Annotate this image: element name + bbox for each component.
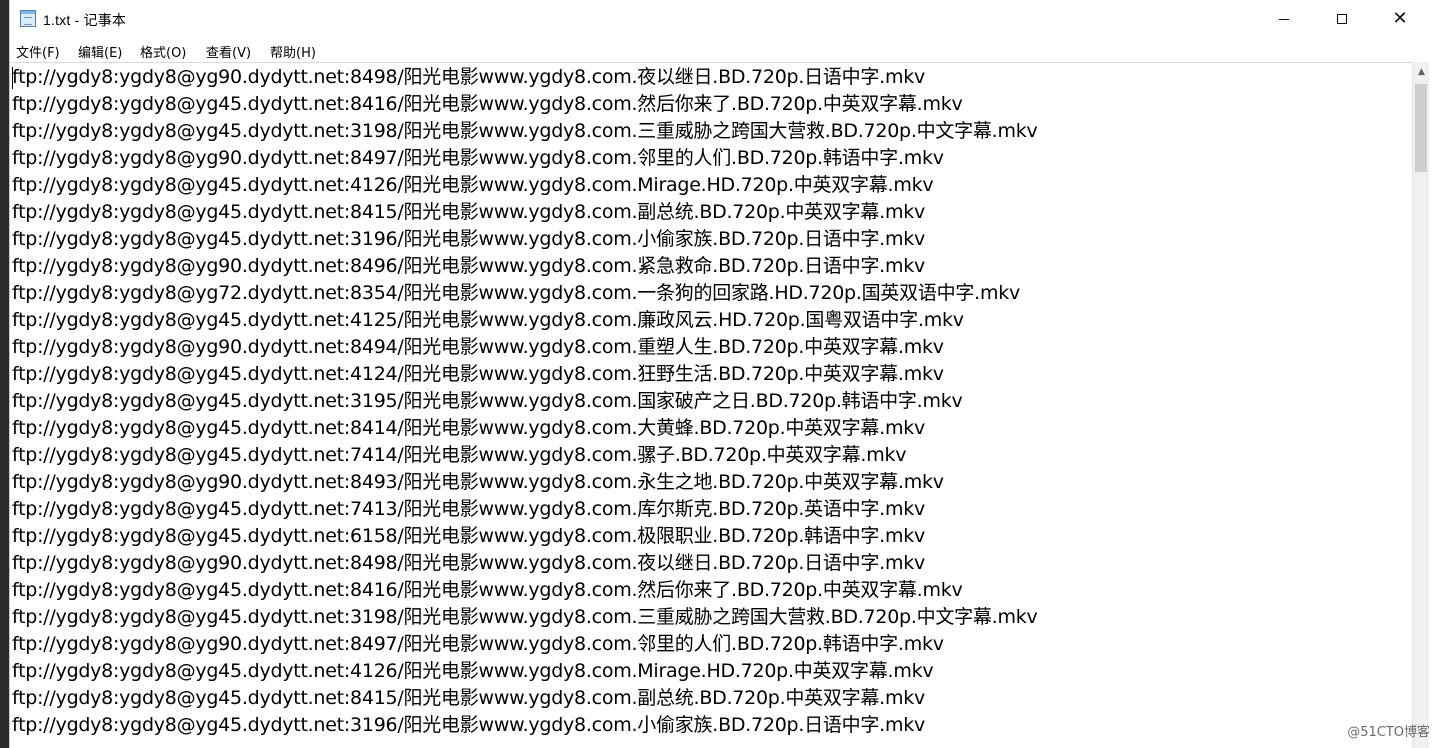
text-line[interactable]: ftp://ygdy8:ygdy8@yg90.dydytt.net:8496/阳… [12, 253, 1037, 280]
menu-file[interactable]: 文件(F) [16, 42, 60, 61]
text-line[interactable]: ftp://ygdy8:ygdy8@yg90.dydytt.net:8494/阳… [12, 334, 1037, 361]
scroll-up-icon[interactable]: ▲ [1413, 62, 1430, 82]
text-editor[interactable]: ftp://ygdy8:ygdy8@yg90.dydytt.net:8498/阳… [10, 62, 1412, 748]
text-line[interactable]: ftp://ygdy8:ygdy8@yg45.dydytt.net:8414/阳… [12, 415, 1037, 442]
menu-help[interactable]: 帮助(H) [270, 42, 316, 61]
text-line[interactable]: ftp://ygdy8:ygdy8@yg90.dydytt.net:8493/阳… [12, 469, 1037, 496]
text-line[interactable]: ftp://ygdy8:ygdy8@yg45.dydytt.net:3196/阳… [12, 226, 1037, 253]
text-line[interactable]: ftp://ygdy8:ygdy8@yg45.dydytt.net:4126/阳… [12, 658, 1037, 685]
maximize-button[interactable] [1313, 0, 1371, 38]
watermark: @51CTO博客 [1347, 725, 1430, 740]
window-title: 1.txt - 记事本 [43, 12, 127, 28]
text-line[interactable]: ftp://ygdy8:ygdy8@yg45.dydytt.net:8416/阳… [12, 577, 1037, 604]
text-line[interactable]: ftp://ygdy8:ygdy8@yg45.dydytt.net:3198/阳… [12, 118, 1038, 145]
close-icon: ✕ [1392, 8, 1408, 29]
notepad-icon [20, 10, 36, 27]
notepad-window: 1.txt - 记事本 ✕ 文件(F) 编辑(E) 格式(O) 查看(V) 帮助… [10, 0, 1440, 748]
menu-edit[interactable]: 编辑(E) [78, 42, 122, 61]
text-content[interactable]: ftp://ygdy8:ygdy8@yg90.dydytt.net:8498/阳… [12, 64, 1038, 739]
text-line[interactable]: ftp://ygdy8:ygdy8@yg45.dydytt.net:6158/阳… [12, 523, 1037, 550]
text-line[interactable]: ftp://ygdy8:ygdy8@yg45.dydytt.net:3195/阳… [12, 388, 1037, 415]
text-line[interactable]: ftp://ygdy8:ygdy8@yg90.dydytt.net:8498/阳… [12, 64, 1037, 91]
menu-bar: 文件(F) 编辑(E) 格式(O) 查看(V) 帮助(H) [10, 38, 1440, 62]
text-line[interactable]: ftp://ygdy8:ygdy8@yg45.dydytt.net:7413/阳… [12, 496, 1037, 523]
text-line[interactable]: ftp://ygdy8:ygdy8@yg45.dydytt.net:3196/阳… [12, 712, 1037, 739]
text-line[interactable]: ftp://ygdy8:ygdy8@yg45.dydytt.net:8415/阳… [12, 685, 1037, 712]
text-line[interactable]: ftp://ygdy8:ygdy8@yg45.dydytt.net:8415/阳… [12, 199, 1037, 226]
text-line[interactable]: ftp://ygdy8:ygdy8@yg90.dydytt.net:8497/阳… [12, 631, 1037, 658]
close-button[interactable]: ✕ [1371, 0, 1429, 38]
menu-format[interactable]: 格式(O) [140, 42, 186, 61]
text-line[interactable]: ftp://ygdy8:ygdy8@yg72.dydytt.net:8354/阳… [12, 280, 1037, 307]
text-line[interactable]: ftp://ygdy8:ygdy8@yg45.dydytt.net:3198/阳… [12, 604, 1038, 631]
minimize-button[interactable] [1255, 0, 1313, 38]
menu-view[interactable]: 查看(V) [206, 42, 251, 61]
minimize-icon [1279, 18, 1289, 20]
text-line[interactable]: ftp://ygdy8:ygdy8@yg45.dydytt.net:4126/阳… [12, 172, 1037, 199]
scroll-thumb[interactable] [1415, 84, 1427, 172]
title-bar[interactable]: 1.txt - 记事本 ✕ [10, 0, 1440, 38]
maximize-icon [1337, 14, 1347, 24]
text-line[interactable]: ftp://ygdy8:ygdy8@yg45.dydytt.net:8416/阳… [12, 91, 1037, 118]
text-line[interactable]: ftp://ygdy8:ygdy8@yg90.dydytt.net:8497/阳… [12, 145, 1037, 172]
text-line[interactable]: ftp://ygdy8:ygdy8@yg45.dydytt.net:7414/阳… [12, 442, 1037, 469]
window-edge [1429, 38, 1440, 748]
text-line[interactable]: ftp://ygdy8:ygdy8@yg45.dydytt.net:4125/阳… [12, 307, 1037, 334]
text-line[interactable]: ftp://ygdy8:ygdy8@yg90.dydytt.net:8498/阳… [12, 550, 1037, 577]
vertical-scrollbar[interactable]: ▲ [1412, 62, 1429, 748]
text-line[interactable]: ftp://ygdy8:ygdy8@yg45.dydytt.net:4124/阳… [12, 361, 1037, 388]
